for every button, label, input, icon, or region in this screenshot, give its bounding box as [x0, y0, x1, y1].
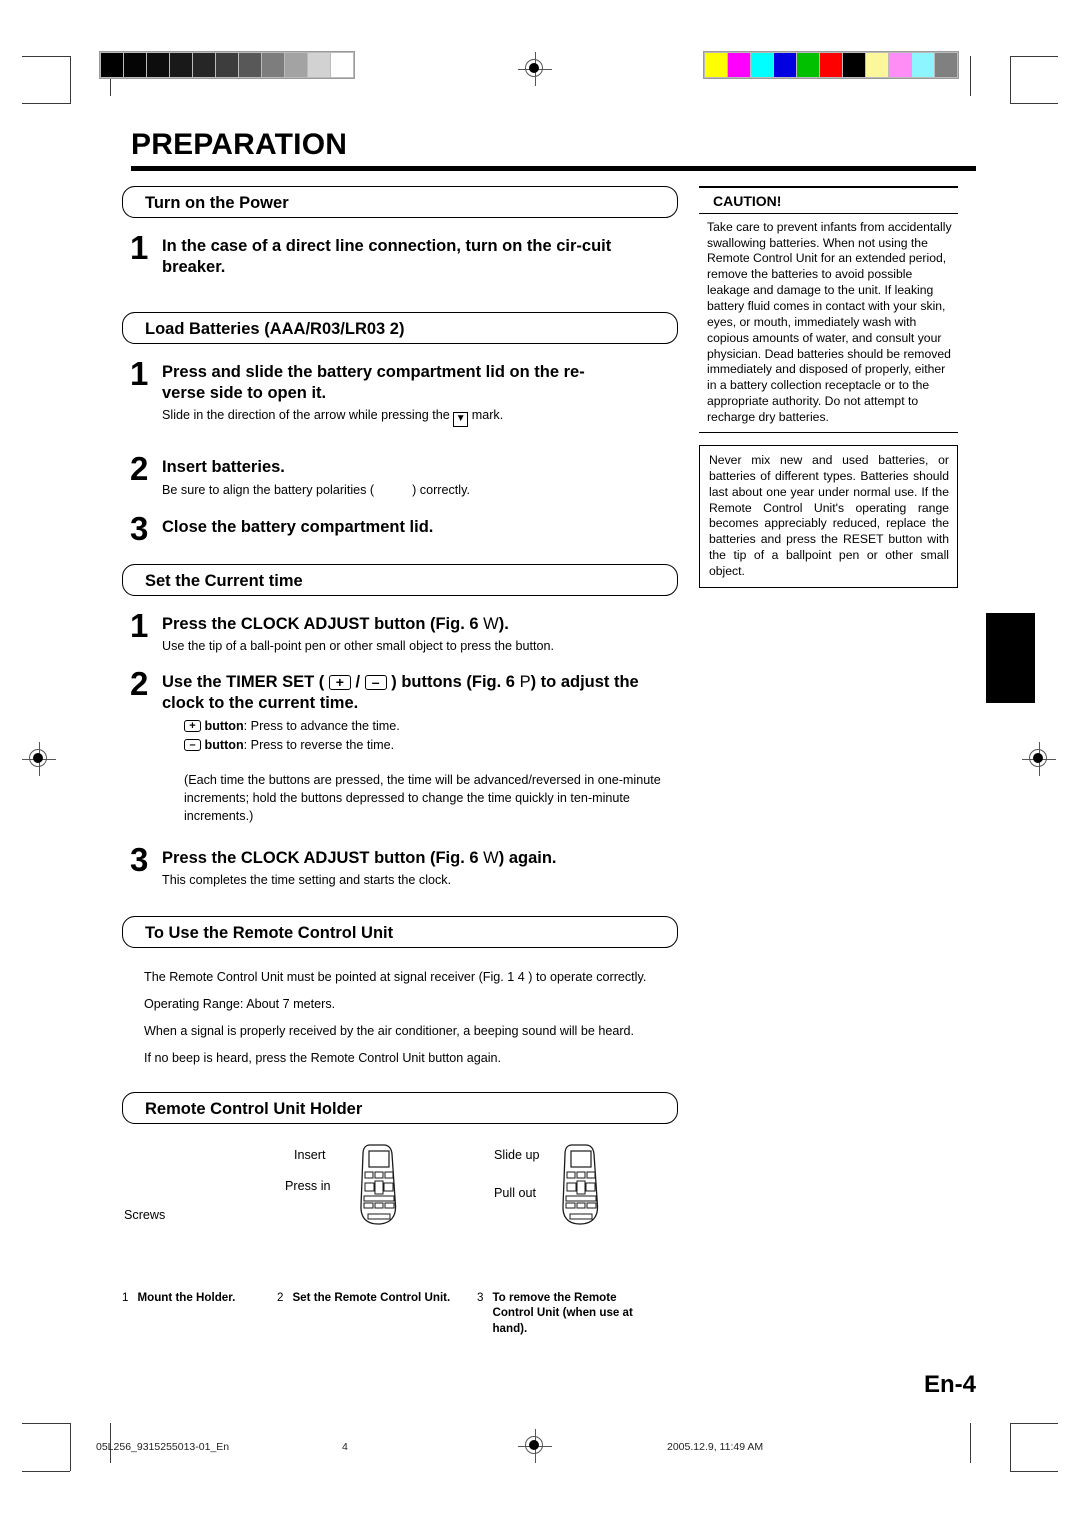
caption-text: Set the Remote Control Unit.: [292, 1290, 451, 1304]
triangle-down-mark-icon: ▼: [453, 412, 469, 428]
title-rule: [131, 166, 976, 171]
step-heading: Insert batteries.: [162, 458, 285, 477]
step-heading: Use the TIMER SET ( + / – ) buttons (Fig…: [162, 672, 639, 712]
step-load-batteries-2: 2 Insert batteries. Be sure to align the…: [122, 450, 678, 498]
step-heading: Close the battery compartment lid.: [162, 517, 434, 536]
timer-set-plus-key-icon: +: [328, 674, 351, 690]
timer-set-minus-key-icon: –: [364, 674, 387, 690]
button-word: button: [204, 718, 244, 733]
timer-set-note: (Each time the buttons are pressed, the …: [184, 772, 661, 824]
holder-figure: Screws Insert Press in Slide up Pull out: [122, 1134, 678, 1284]
fig-ref-letter: W: [483, 849, 499, 868]
holder-caption-3: 3 To remove the Remote Control Unit (whe…: [477, 1290, 667, 1337]
button-word: button: [204, 737, 244, 752]
remote-paragraph: Operating Range: About 7 meters.: [144, 996, 336, 1011]
to-use-remote-body: The Remote Control Unit must be pointed …: [122, 968, 678, 1068]
step-load-batteries-3: 3 Close the battery compartment lid.: [122, 509, 678, 547]
step-number: 1: [130, 355, 149, 393]
step-heading: In the case of a direct line connection,…: [162, 237, 612, 277]
battery-note-box: Never mix new and used batteries, or bat…: [699, 444, 958, 588]
caution-rule-bottom: [699, 431, 958, 433]
step-number: 2: [130, 450, 149, 488]
fig-ref-letter: P: [519, 672, 531, 691]
section-header-load-batteries: Load Batteries (AAA/R03/LR03 2): [122, 312, 678, 345]
fig-ref-letter: W: [483, 615, 499, 634]
caution-body: Take care to prevent infants from accide…: [707, 219, 952, 424]
section-header-set-current-time: Set the Current time: [122, 564, 678, 597]
footer-page-number: 4: [342, 1441, 348, 1453]
left-column: Turn on the Power 1 In the case of a dir…: [122, 186, 678, 1337]
holder-label-screws: Screws: [124, 1207, 166, 1222]
remote-paragraph: When a signal is properly received by th…: [144, 1024, 635, 1039]
step-number: 1: [130, 229, 149, 266]
section-header-turn-on-power: Turn on the Power: [122, 186, 678, 218]
footer-timestamp: 2005.12.9, 11:49 AM: [667, 1441, 764, 1453]
step-subtext: Use the tip of a ball-point pen or other…: [162, 639, 555, 654]
minus-key-icon: –: [184, 738, 201, 751]
caption-text: To remove the Remote Control Unit (when …: [492, 1290, 633, 1335]
step-set-time-1: 1 Press the CLOCK ADJUST button (Fig. 6 …: [122, 607, 678, 655]
step-number: 3: [130, 841, 149, 879]
right-column: CAUTION! Take care to prevent infants fr…: [699, 186, 958, 588]
page-label: En-4: [923, 1371, 976, 1398]
caution-title: CAUTION!: [713, 192, 782, 209]
holder-label-pull-out: Pull out: [494, 1185, 537, 1200]
step-load-batteries-1: 1 Press and slide the battery compartmen…: [122, 355, 678, 428]
document-page: PREPARATION Turn on the Power 1 In the c…: [0, 0, 1080, 1528]
caption-number: 3: [477, 1290, 484, 1304]
remote-paragraph: The Remote Control Unit must be pointed …: [144, 969, 647, 984]
footer-file-id: 05L256_9315255013-01_En: [96, 1441, 230, 1453]
step-heading: Press the CLOCK ADJUST button (Fig. 6 W)…: [162, 849, 557, 868]
step-heading: Press the CLOCK ADJUST button (Fig. 6 W)…: [162, 615, 509, 634]
step-number: 2: [130, 664, 149, 702]
caption-number: 2: [277, 1290, 284, 1304]
timer-minus-description: – button: Press to reverse the time.: [184, 736, 678, 755]
page-title: PREPARATION: [131, 128, 348, 161]
caption-text: Mount the Holder.: [137, 1290, 236, 1304]
step-number: 1: [130, 607, 149, 645]
remote-control-illustration-1: [360, 1143, 397, 1225]
step-turn-on-power-1: 1 In the case of a direct line connectio…: [122, 229, 678, 278]
step-subtext: Be sure to align the battery polarities …: [162, 482, 470, 497]
holder-captions: 1 Mount the Holder. 2 Set the Remote Con…: [122, 1290, 678, 1337]
step-subtext: Slide in the direction of the arrow whil…: [162, 406, 678, 428]
section-header-to-use-remote: To Use the Remote Control Unit: [122, 915, 678, 948]
remote-paragraph: If no beep is heard, press the Remote Co…: [144, 1051, 502, 1066]
plus-key-icon: +: [184, 719, 201, 732]
step-heading: Press and slide the battery compartment …: [162, 363, 585, 403]
step-subtext: This completes the time setting and star…: [162, 873, 452, 888]
holder-label-press-in: Press in: [285, 1178, 331, 1193]
holder-caption-2: 2 Set the Remote Control Unit.: [277, 1290, 477, 1337]
holder-label-slide-up: Slide up: [494, 1147, 540, 1162]
step-set-time-2: 2 Use the TIMER SET ( + / – ) buttons (F…: [122, 664, 678, 835]
section-header-holder: Remote Control Unit Holder: [122, 1091, 678, 1124]
remote-control-illustration-2: [562, 1143, 599, 1225]
timer-plus-description: + button: Press to advance the time.: [184, 717, 678, 736]
holder-caption-1: 1 Mount the Holder.: [122, 1290, 277, 1337]
holder-label-insert: Insert: [294, 1147, 326, 1162]
step-number: 3: [130, 509, 149, 547]
step-set-time-3: 3 Press the CLOCK ADJUST button (Fig. 6 …: [122, 841, 678, 889]
caption-number: 1: [122, 1290, 129, 1304]
